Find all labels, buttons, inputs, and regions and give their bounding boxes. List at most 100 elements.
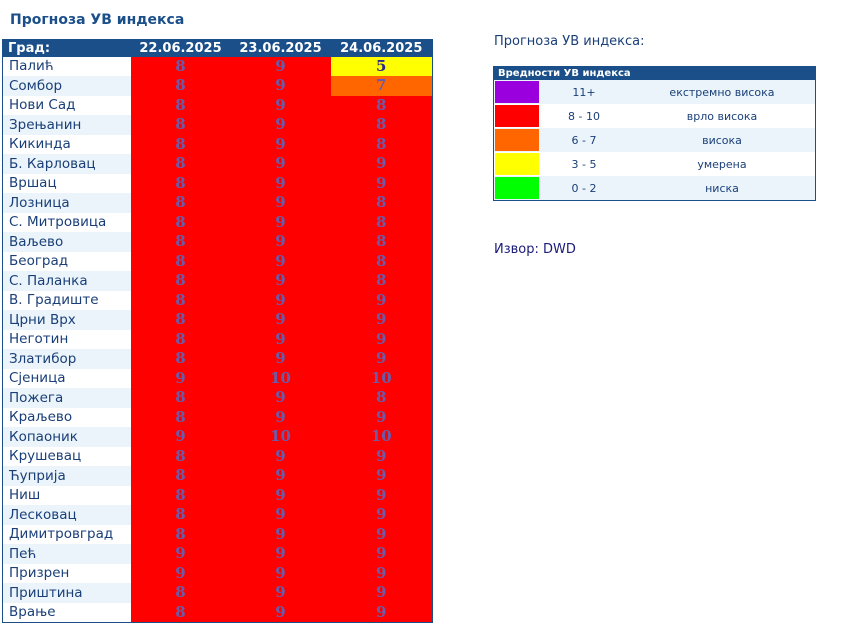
uv-value-day-3: 8 [330,193,433,213]
city-name: Сомбор [2,76,131,96]
uv-value-day-1: 8 [130,134,231,154]
city-name: Златибор [2,349,131,369]
legend-row: 11+ екстремно висока [494,80,815,104]
table-row: Ћуприја 8 9 9 [2,466,433,486]
uv-value-day-3: 9 [330,154,433,174]
uv-value-day-2: 9 [230,290,331,310]
uv-value-day-3: 9 [330,349,433,369]
city-name: Кикинда [2,134,131,154]
uv-value-day-2: 9 [230,251,331,271]
legend-label: умерена [697,157,747,171]
header-city: Град: [2,39,131,57]
table-row: Лозница 8 9 8 [2,193,433,213]
uv-value-day-1: 9 [130,544,231,564]
uv-value-day-2: 9 [230,212,331,232]
uv-value-day-1: 8 [130,95,231,115]
uv-value-day-3: 8 [330,388,433,408]
uv-value-day-2: 9 [230,173,331,193]
uv-value-day-1: 8 [130,212,231,232]
table-row: Пећ 9 9 9 [2,544,433,564]
uv-value-day-1: 8 [130,583,231,603]
legend-label: врло висока [686,109,758,123]
uv-value-day-1: 9 [130,563,231,583]
header-date-2: 23.06.2025 [230,39,331,57]
uv-value-day-2: 9 [230,524,331,544]
uv-value-day-1: 8 [130,602,231,622]
legend-title: Прогноза УВ индекса: [494,34,645,49]
uv-value-day-1: 8 [130,290,231,310]
table-row: Лесковац 8 9 9 [2,505,433,525]
city-name: Ваљево [2,232,131,252]
uv-value-day-1: 8 [130,310,231,330]
legend-header: Вредности УВ индекса [494,67,815,80]
city-name: Димитровград [2,524,131,544]
table-row: С. Паланка 8 9 8 [2,271,433,291]
header-date-1: 22.06.2025 [130,39,231,57]
legend-label: екстремно висока [669,85,775,99]
legend-range: 3 - 5 [571,157,597,171]
uv-value-day-3: 9 [330,446,433,466]
uv-value-day-3: 9 [330,466,433,486]
table-row: Призрен 9 9 9 [2,563,433,583]
legend-range: 8 - 10 [568,109,600,123]
table-row: С. Митровица 8 9 8 [2,212,433,232]
uv-value-day-1: 8 [130,251,231,271]
table-row: Врање 8 9 9 [2,602,433,622]
uv-value-day-2: 9 [230,310,331,330]
table-row: Краљево 8 9 9 [2,407,433,427]
uv-value-day-2: 9 [230,95,331,115]
city-name: Вршац [2,173,131,193]
table-row: Златибор 8 9 9 [2,349,433,369]
city-name: С. Митровица [2,212,131,232]
uv-value-day-3: 9 [330,329,433,349]
uv-forecast-table: Град: 22.06.2025 23.06.2025 24.06.2025 П… [2,39,433,623]
legend-color-swatch [495,153,539,175]
uv-value-day-3: 8 [330,115,433,135]
city-name: Лозница [2,193,131,213]
city-name: С. Паланка [2,271,131,291]
uv-value-day-1: 8 [130,524,231,544]
uv-value-day-3: 8 [330,271,433,291]
uv-value-day-2: 9 [230,349,331,369]
legend-color-swatch [495,105,539,127]
uv-value-day-1: 8 [130,232,231,252]
uv-value-day-3: 8 [330,232,433,252]
uv-value-day-3: 9 [330,583,433,603]
legend-label: ниска [705,181,739,195]
uv-value-day-1: 8 [130,76,231,96]
city-name: Нови Сад [2,95,131,115]
uv-value-day-1: 8 [130,466,231,486]
city-name: Ћуприја [2,466,131,486]
legend-range: 0 - 2 [571,181,597,195]
uv-value-day-1: 9 [130,368,231,388]
city-name: Б. Карловац [2,154,131,174]
table-row: Неготин 8 9 9 [2,329,433,349]
city-name: Неготин [2,329,131,349]
city-name: Београд [2,251,131,271]
uv-value-day-1: 8 [130,115,231,135]
uv-value-day-1: 8 [130,173,231,193]
table-row: Сомбор 8 9 7 [2,76,433,96]
table-row: Б. Карловац 8 9 9 [2,154,433,174]
city-name: Сјеница [2,368,131,388]
uv-value-day-2: 9 [230,583,331,603]
legend-row: 0 - 2 ниска [494,176,815,200]
uv-value-day-3: 9 [330,524,433,544]
uv-value-day-3: 9 [330,544,433,564]
uv-value-day-1: 8 [130,193,231,213]
uv-value-day-3: 8 [330,212,433,232]
uv-value-day-3: 9 [330,290,433,310]
uv-value-day-2: 9 [230,154,331,174]
uv-value-day-1: 8 [130,349,231,369]
uv-value-day-2: 9 [230,466,331,486]
uv-value-day-2: 9 [230,544,331,564]
uv-value-day-1: 8 [130,154,231,174]
uv-value-day-2: 9 [230,563,331,583]
table-row: Сјеница 9 10 10 [2,368,433,388]
uv-value-day-3: 5 [330,56,433,76]
city-name: Ниш [2,485,131,505]
legend-color-swatch [495,81,539,103]
legend-row: 6 - 7 висока [494,128,815,152]
uv-value-day-3: 9 [330,407,433,427]
table-row: Палић 8 9 5 [2,56,433,76]
